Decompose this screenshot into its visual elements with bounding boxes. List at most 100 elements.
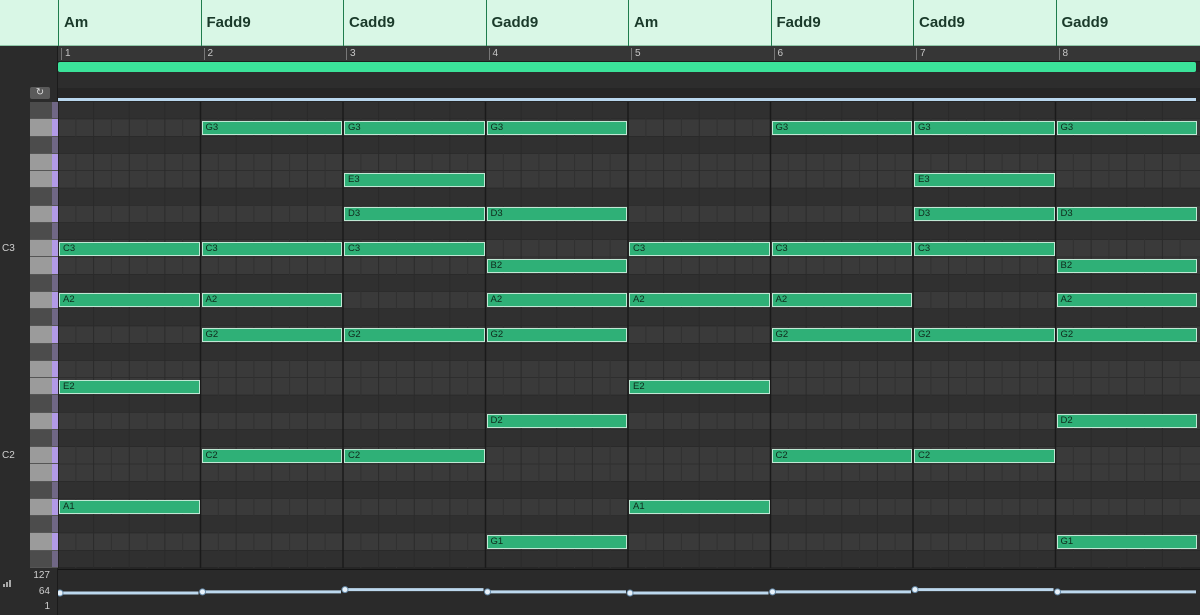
midi-note[interactable]: G2 [344, 327, 485, 342]
midi-note[interactable]: G1 [1056, 534, 1197, 549]
chord-8[interactable]: Gadd9 [1055, 0, 1199, 46]
chord-5[interactable]: Am [628, 0, 771, 46]
midi-note[interactable]: G1 [486, 534, 627, 549]
midi-note[interactable]: A2 [59, 293, 200, 308]
chord-7[interactable]: Cadd9 [913, 0, 1056, 46]
midi-note[interactable]: B2 [1056, 258, 1197, 273]
piano-key[interactable] [30, 429, 58, 447]
midi-note[interactable]: D3 [914, 207, 1055, 221]
piano-key[interactable] [30, 205, 58, 223]
key-highlight [52, 447, 58, 464]
midi-note[interactable]: G2 [201, 327, 342, 342]
chord-3[interactable]: Cadd9 [343, 0, 486, 46]
velocity-handle [1054, 588, 1061, 596]
piano-key[interactable] [30, 188, 58, 206]
piano-key[interactable] [30, 533, 58, 551]
midi-note[interactable]: A2 [629, 293, 770, 308]
loop-brace[interactable] [58, 62, 1196, 72]
piano-key[interactable] [30, 291, 58, 309]
key-highlight [52, 136, 58, 153]
chord-2[interactable]: Fadd9 [200, 0, 344, 46]
midi-note[interactable]: C2 [201, 448, 342, 463]
piano-key[interactable] [30, 171, 58, 189]
midi-note[interactable]: G3 [914, 120, 1055, 135]
chord-4[interactable]: Gadd9 [485, 0, 629, 46]
midi-note[interactable]: A1 [629, 500, 770, 515]
midi-note[interactable]: G3 [1056, 120, 1197, 135]
velocity-handle [341, 586, 349, 594]
midi-note[interactable]: C3 [201, 241, 342, 256]
midi-note[interactable]: C3 [344, 241, 485, 256]
midi-note[interactable]: C2 [914, 448, 1055, 463]
midi-note[interactable]: G3 [344, 120, 485, 135]
chord-track: Am Fadd9 Cadd9 Gadd9 Am Fadd9 Cadd9 Gadd9 [0, 0, 1200, 46]
midi-note[interactable]: E3 [344, 172, 485, 187]
grid-row [58, 360, 1200, 378]
piano-key[interactable] [30, 464, 58, 482]
midi-note[interactable]: G3 [201, 120, 342, 135]
midi-note[interactable]: D2 [1056, 414, 1197, 428]
loop-icon[interactable]: ↻ [30, 87, 50, 99]
midi-note[interactable]: E2 [629, 379, 770, 394]
midi-note[interactable]: D3 [486, 207, 627, 221]
piano-key[interactable] [30, 102, 58, 120]
midi-note[interactable]: G3 [486, 120, 627, 135]
piano-key[interactable] [30, 240, 58, 258]
piano-keyboard[interactable] [30, 102, 58, 568]
midi-note[interactable]: B2 [486, 258, 627, 273]
chord-6[interactable]: Fadd9 [770, 0, 914, 46]
piano-key[interactable] [30, 274, 58, 292]
midi-note[interactable]: C3 [914, 241, 1055, 256]
piano-key[interactable] [30, 447, 58, 465]
piano-key[interactable] [30, 360, 58, 378]
midi-note[interactable]: D3 [344, 207, 485, 221]
midi-note[interactable]: A2 [486, 293, 627, 308]
midi-note[interactable]: D2 [486, 414, 627, 428]
piano-key[interactable] [30, 343, 58, 361]
note-grid[interactable]: C3A2E2A1G3C3A2G2C2F1G3E3D3C3G2C2G3D3B2A2… [58, 102, 1200, 568]
midi-note[interactable]: D3 [1056, 207, 1197, 221]
piano-key[interactable] [30, 395, 58, 413]
piano-key[interactable] [30, 222, 58, 240]
clip-region-bar[interactable] [58, 98, 1196, 101]
midi-note[interactable]: C2 [771, 448, 912, 463]
key-highlight [52, 222, 58, 239]
midi-note[interactable]: G2 [1056, 327, 1197, 342]
velocity-editor[interactable] [56, 569, 1200, 615]
midi-note[interactable]: A2 [771, 293, 912, 308]
midi-note[interactable]: C2 [344, 448, 485, 463]
piano-key[interactable] [30, 326, 58, 344]
piano-key[interactable] [30, 119, 58, 137]
midi-note[interactable]: C3 [59, 241, 200, 256]
chord-1[interactable]: Am [58, 0, 201, 46]
velocity-scale-label: 64 [38, 586, 50, 597]
piano-key[interactable] [30, 481, 58, 499]
key-highlight [52, 309, 58, 326]
midi-note[interactable]: G2 [486, 327, 627, 342]
midi-note[interactable]: A2 [1056, 293, 1197, 308]
piano-key[interactable] [30, 550, 58, 568]
octave-label: C2 [2, 450, 15, 461]
piano-key[interactable] [30, 516, 58, 534]
grid-row [58, 274, 1200, 292]
midi-note[interactable]: A2 [201, 293, 342, 308]
piano-key[interactable] [30, 136, 58, 154]
midi-note[interactable]: G2 [914, 327, 1055, 342]
midi-note[interactable]: C3 [629, 241, 770, 256]
midi-note[interactable]: E2 [59, 379, 200, 394]
midi-note[interactable]: C3 [771, 241, 912, 256]
velocity-scale-label: 127 [33, 570, 50, 581]
piano-key[interactable] [30, 309, 58, 327]
piano-key[interactable] [30, 378, 58, 396]
piano-key[interactable] [30, 412, 58, 430]
key-highlight [52, 412, 58, 429]
piano-key[interactable] [30, 153, 58, 171]
midi-note[interactable]: A1 [59, 500, 200, 515]
piano-key[interactable] [30, 498, 58, 516]
key-highlight [52, 171, 58, 188]
midi-note[interactable]: G2 [771, 327, 912, 342]
piano-key[interactable] [30, 257, 58, 275]
midi-note[interactable]: G3 [771, 120, 912, 135]
bar-ruler[interactable]: 1 2 3 4 5 6 7 8 [58, 46, 1200, 62]
midi-note[interactable]: E3 [914, 172, 1055, 187]
